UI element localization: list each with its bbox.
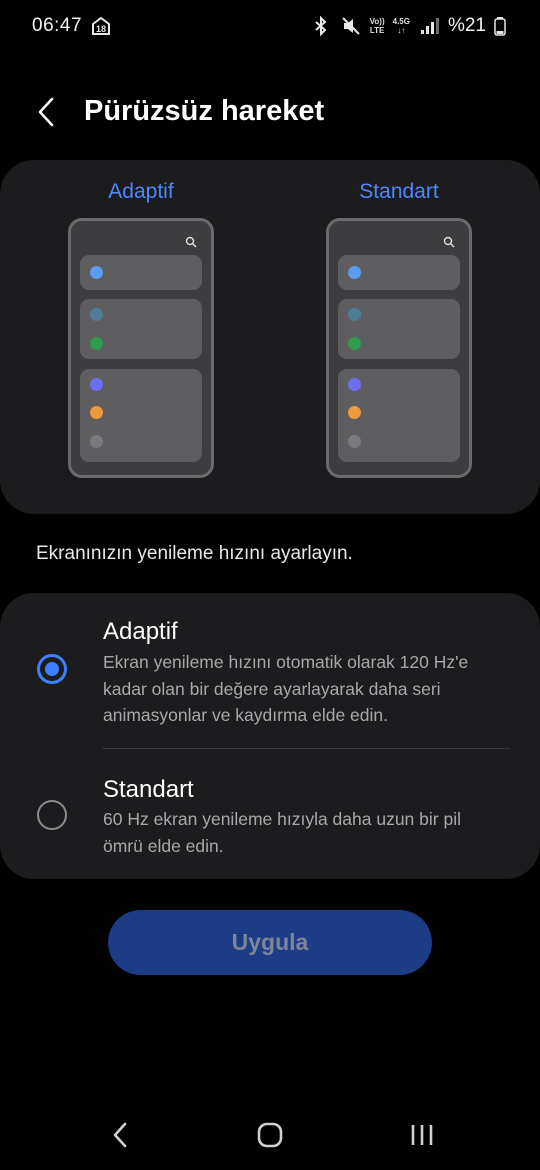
nav-back-button[interactable] bbox=[100, 1120, 140, 1150]
mute-icon bbox=[340, 15, 362, 37]
status-left: 06:47 18 bbox=[32, 15, 112, 37]
radio-standart[interactable] bbox=[37, 800, 67, 830]
battery-icon bbox=[494, 15, 506, 37]
volte-icon: Vo)) LTE bbox=[370, 17, 385, 35]
preview-dot bbox=[90, 337, 103, 350]
preview-dot bbox=[348, 435, 361, 448]
status-time: 06:47 bbox=[32, 15, 83, 36]
preview-card: Adaptif Standart bbox=[0, 160, 540, 514]
preview-list-block bbox=[80, 369, 202, 462]
bluetooth-icon bbox=[310, 15, 332, 37]
preview-label-adaptif: Adaptif bbox=[108, 180, 174, 203]
preview-label-standart: Standart bbox=[359, 180, 439, 203]
signal-icon bbox=[418, 15, 440, 37]
option-title-adaptif: Adaptif bbox=[103, 618, 178, 645]
notification-badge-text: 18 bbox=[96, 24, 106, 34]
nav-home-button[interactable] bbox=[250, 1120, 290, 1150]
search-icon bbox=[185, 236, 197, 248]
preview-list-block bbox=[338, 299, 460, 359]
volte-top-text: Vo)) bbox=[369, 17, 385, 26]
search-icon bbox=[443, 236, 455, 248]
recents-icon bbox=[411, 1125, 433, 1145]
preview-dot bbox=[90, 435, 103, 448]
preview-dot bbox=[90, 378, 103, 391]
option-title-standart: Standart bbox=[103, 776, 194, 803]
option-desc-standart: 60 Hz ekran yenileme hızıyla daha uzun b… bbox=[103, 809, 461, 856]
home-icon bbox=[257, 1122, 283, 1148]
preview-dot bbox=[90, 308, 103, 321]
radio-adaptif[interactable] bbox=[37, 654, 67, 684]
nav-recents-button[interactable] bbox=[402, 1120, 442, 1150]
volte-bottom-text: LTE bbox=[369, 26, 385, 35]
page-title: Pürüzsüz hareket bbox=[84, 95, 325, 127]
status-right: Vo)) LTE 4.5G ↓↑ %21 bbox=[310, 15, 506, 37]
back-icon bbox=[113, 1122, 127, 1148]
preview-dot bbox=[348, 406, 361, 419]
battery-percent: %21 bbox=[447, 15, 486, 36]
chevron-left-icon bbox=[38, 97, 54, 127]
network-arrows-text: ↓↑ bbox=[397, 26, 406, 35]
preview-list-block bbox=[338, 369, 460, 462]
option-adaptif[interactable]: Adaptif Ekran yenileme hızını otomatik o… bbox=[0, 593, 540, 748]
nav-bar bbox=[0, 1100, 540, 1170]
option-desc-adaptif: Ekran yenileme hızını otomatik olarak 12… bbox=[103, 652, 469, 725]
section-description: Ekranınızın yenileme hızını ayarlayın. bbox=[36, 543, 353, 564]
preview-dot bbox=[348, 266, 361, 279]
preview-dot bbox=[90, 266, 103, 279]
preview-list-block bbox=[80, 299, 202, 359]
preview-dot bbox=[348, 378, 361, 391]
status-bar: 06:47 18 Vo)) LTE 4.5G ↓↑ %21 bbox=[0, 0, 540, 52]
network-type-text: 4.5G bbox=[392, 17, 410, 26]
preview-dot bbox=[348, 337, 361, 350]
phone-preview-adaptif bbox=[68, 218, 214, 478]
header: Pürüzsüz hareket bbox=[0, 82, 540, 142]
page: 06:47 18 Vo)) LTE 4.5G ↓↑ %21 Pürüzsüz h… bbox=[0, 0, 540, 1170]
back-button[interactable] bbox=[26, 92, 66, 132]
preview-dot bbox=[348, 308, 361, 321]
calendar-icon: 18 bbox=[90, 15, 112, 37]
apply-button[interactable]: Uygula bbox=[108, 910, 432, 975]
phone-preview-standart bbox=[326, 218, 472, 478]
preview-dot bbox=[90, 406, 103, 419]
preview-list-block bbox=[338, 255, 460, 290]
option-standart[interactable]: Standart 60 Hz ekran yenileme hızıyla da… bbox=[0, 749, 540, 879]
network-type-icon: 4.5G ↓↑ bbox=[393, 17, 410, 35]
preview-list-block bbox=[80, 255, 202, 290]
options-card: Adaptif Ekran yenileme hızını otomatik o… bbox=[0, 593, 540, 879]
